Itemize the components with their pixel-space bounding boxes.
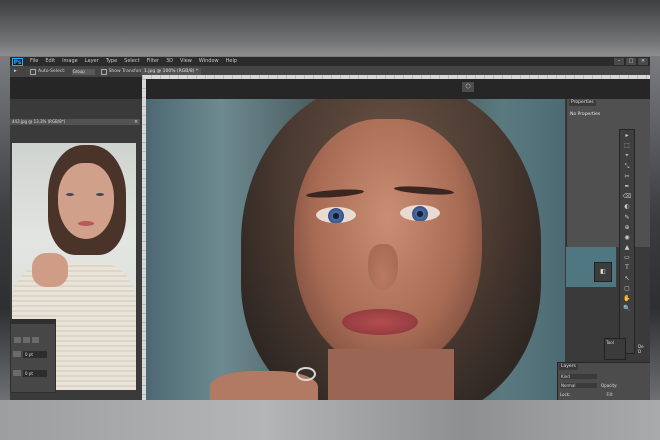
lasso-icon[interactable]: ⌖ [622,152,632,160]
marquee-icon[interactable]: ⬚ [622,142,632,150]
lock-label: Lock: [560,391,571,397]
menu-type[interactable]: Type [106,57,117,66]
history-brush-icon[interactable]: ⊕ [622,224,632,232]
menu-layer[interactable]: Layer [85,57,99,66]
minimize-button[interactable]: – [614,58,624,65]
thumb-face [58,163,114,239]
menu-filter[interactable]: Filter [147,57,159,66]
space-field[interactable]: 0 pt [23,370,47,377]
photoshop-window: Ps File Edit Image Layer Type Select Fil… [10,57,650,400]
menu-image[interactable]: Image [62,57,78,66]
tool-presets-label: Tool [606,340,614,345]
background-top-blur [0,0,660,56]
right-edge-line-2: D [638,349,642,354]
3d-mode-icon[interactable]: ⬡ [462,82,474,92]
menu-3d[interactable]: 3D [166,57,173,66]
crop-icon[interactable]: ✂ [622,173,632,181]
menu-edit[interactable]: Edit [45,57,55,66]
portrait-left-eye [316,207,356,223]
portrait-left-iris [328,208,344,223]
indent-field[interactable]: 0 pt [23,351,47,358]
zoom-icon[interactable]: 🔍 [622,305,632,313]
fill-label: Fill: [606,391,614,397]
layers-lock-row: Lock: Fill: [560,391,648,397]
kind-filter-dropdown[interactable]: Kind [560,373,597,379]
properties-content: No Properties [570,112,601,117]
tools-panel: ▸ ⬚ ⌖ ⤡ ✂ ✒ ⌫ ◐ ✎ ⊕ ◉ ▲ ▭ T ↖ ▢ ✋ 🔍 [619,129,635,354]
menu-bar: Ps File Edit Image Layer Type Select Fil… [10,57,650,66]
indent-icon [13,351,21,357]
eraser-icon[interactable]: ◉ [622,234,632,242]
path-select-icon[interactable]: ↖ [622,275,632,283]
show-transform-label: Show Transform [108,69,145,74]
portrait-lips [342,309,418,335]
show-transform-checkbox[interactable] [100,68,107,75]
layers-mode-row: Normal Opacity: [560,382,648,388]
panel-collapse-icon[interactable]: ◧ [594,262,612,282]
app-logo: Ps [12,57,23,66]
eyedropper-icon[interactable]: ✒ [622,183,632,191]
shape-icon[interactable]: ▢ [622,285,632,293]
space-icon [13,370,21,376]
align-right-icon[interactable] [32,337,39,343]
menu-help[interactable]: Help [226,57,237,66]
panel-header[interactable] [11,320,55,324]
portrait-right-eye [400,205,440,221]
blend-mode-dropdown[interactable]: Normal [560,382,597,388]
move-icon[interactable]: ▸ [622,132,632,140]
align-left-icon[interactable] [14,337,21,343]
quick-select-icon[interactable]: ⤡ [622,163,632,171]
layers-panel: Layers Kind Normal Opacity: Lock: Fill: [557,362,650,400]
clone-stamp-icon[interactable]: ✎ [622,214,632,222]
background-bottom-blur [0,400,660,440]
gradient-icon[interactable]: ▲ [622,244,632,252]
portrait-neck [328,349,454,400]
tool-presets-panel[interactable]: Tool [604,338,626,360]
character-panel: 0 pt 0 pt [10,319,56,393]
document-tab[interactable]: 1.jpg @ 100% (RGB/8) * [141,68,202,75]
right-edge-text: De D [638,344,644,354]
thumb-hand [32,253,68,287]
menu-select[interactable]: Select [124,57,139,66]
menu-file[interactable]: File [30,57,38,66]
auto-select-label: Auto-Select: [38,69,66,74]
hand-icon[interactable]: ✋ [622,295,632,303]
maximize-button[interactable]: □ [626,58,636,65]
secondary-document-tab[interactable]: 443.jpg @ 13.3% (RGB/8*) [10,119,140,125]
menu-view[interactable]: View [180,57,192,66]
thumb-right-eye [96,193,104,196]
opacity-label: Opacity: [601,382,618,388]
layers-filter-row: Kind [560,373,648,379]
close-icon[interactable]: × [134,119,138,125]
brush-icon[interactable]: ◐ [622,203,632,211]
align-center-icon[interactable] [23,337,30,343]
options-bar-extension [10,77,650,99]
type-icon[interactable]: T [622,264,632,272]
document-canvas[interactable] [146,99,565,400]
menu-window[interactable]: Window [199,57,219,66]
window-controls: – □ ✕ [614,58,648,65]
portrait-ring [296,367,316,381]
thumb-left-eye [66,193,74,196]
portrait-nose [368,244,398,290]
thumb-lips [78,221,94,226]
blur-icon[interactable]: ▭ [622,254,632,262]
move-tool-icon[interactable]: ▸· [14,68,24,75]
auto-select-dropdown[interactable]: Group [71,68,95,75]
close-button[interactable]: ✕ [638,58,648,65]
auto-select-checkbox[interactable] [30,68,36,75]
horizontal-ruler [142,75,650,79]
properties-panel: Properties No Properties [566,99,650,247]
healing-icon[interactable]: ⌫ [622,193,632,201]
layers-tab[interactable]: Layers [559,364,578,370]
properties-tab[interactable]: Properties [569,100,596,106]
portrait-right-iris [412,206,428,221]
